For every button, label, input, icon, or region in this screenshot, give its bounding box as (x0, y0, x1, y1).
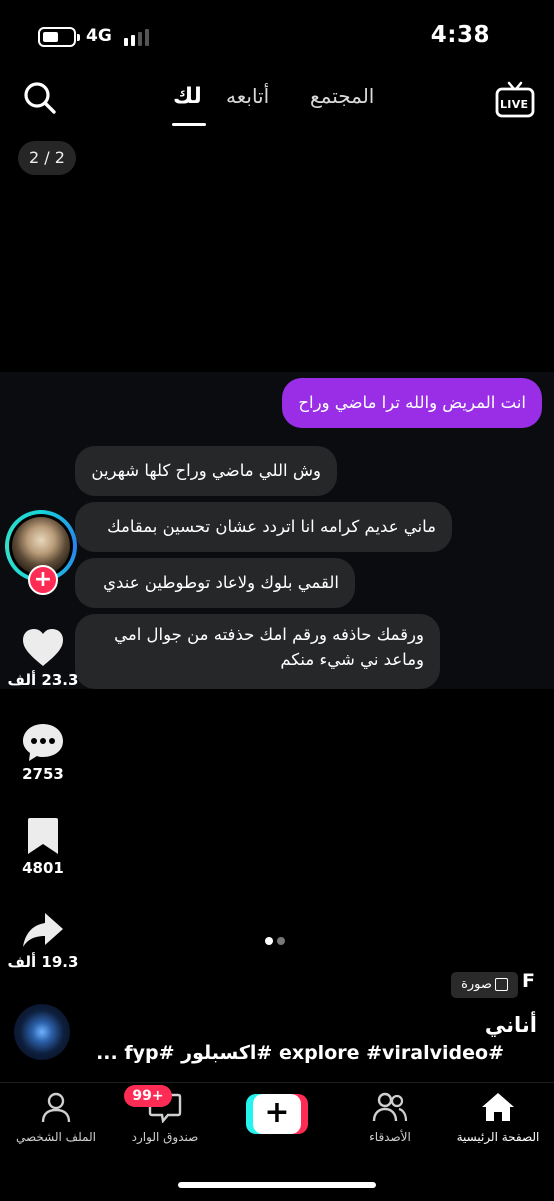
feed-tabs: لك أتابعه المجتمع (150, 84, 410, 126)
photo-badge: صورة (451, 972, 518, 998)
active-tab-indicator (172, 123, 206, 126)
nav-profile[interactable]: الملف الشخصي (6, 1091, 106, 1144)
photo-counter: 2 / 2 (18, 141, 76, 175)
author-username[interactable]: أناني (485, 1013, 537, 1037)
live-button[interactable]: LIVE (495, 80, 535, 120)
live-label: LIVE (500, 98, 529, 111)
tab-for-you[interactable]: لك (173, 84, 202, 109)
inbox-badge: 99+ (124, 1085, 172, 1107)
profile-icon (41, 1092, 71, 1123)
share-arrow-icon (23, 913, 63, 947)
bookmark-icon (28, 818, 58, 854)
save-count: 4801 (22, 859, 64, 877)
friends-icon (372, 1092, 408, 1122)
chat-bubble-sent: انت المريض والله ترا ماضي وراح (282, 378, 542, 428)
comment-count: 2753 (22, 765, 64, 783)
save-button[interactable]: 4801 (0, 816, 86, 877)
status-time: 4:38 (430, 22, 490, 48)
nav-home-label: الصفحة الرئيسية (456, 1130, 540, 1144)
create-button[interactable]: + (246, 1094, 308, 1134)
tab-community[interactable]: المجتمع (310, 84, 374, 108)
like-count: 23.3 ألف (7, 671, 79, 689)
comment-button[interactable]: 2753 (0, 722, 86, 783)
author-initial: F (522, 970, 535, 992)
nav-inbox-label: صندوق الوارد (131, 1130, 199, 1144)
nav-profile-label: الملف الشخصي (16, 1130, 96, 1144)
chat-bubble-received: القمي بلوك ولاعاد توطوطين عندي (75, 558, 355, 608)
post-caption[interactable]: #explore #viralvideo #اكسبلور #fyp ... (96, 1042, 504, 1064)
plus-icon: + (253, 1094, 301, 1134)
signal-icon (124, 28, 154, 46)
music-disc-icon[interactable] (14, 1004, 70, 1060)
photo-mode-icon (494, 978, 508, 991)
nav-friends[interactable]: الأصدقاء (340, 1091, 440, 1144)
carousel-dot (277, 937, 285, 945)
nav-home[interactable]: الصفحة الرئيسية (448, 1091, 548, 1144)
chat-bubble-received: وش اللي ماضي وراح كلها شهرين (75, 446, 337, 496)
share-button[interactable]: 19.3 ألف (0, 910, 86, 971)
home-indicator (178, 1182, 376, 1188)
like-button[interactable]: 23.3 ألف (0, 628, 86, 689)
search-icon[interactable] (22, 80, 58, 116)
home-icon (482, 1093, 514, 1121)
chat-bubble-received: ماني عديم كرامه انا اتردد عشان تحسين بمق… (75, 502, 452, 552)
carousel-dot-active (265, 937, 273, 945)
tab-following[interactable]: أتابعه (226, 84, 269, 108)
comment-icon (23, 724, 63, 761)
battery-icon (38, 27, 80, 47)
heart-icon (23, 629, 63, 666)
chat-bubble-received: ورقمك حاذفه ورقم امك حذفته من جوال امي و… (75, 614, 440, 689)
photo-badge-label: صورة (461, 977, 492, 992)
nav-friends-label: الأصدقاء (369, 1130, 411, 1144)
carousel-indicator (265, 930, 289, 949)
share-count: 19.3 ألف (7, 953, 79, 971)
network-type: 4G (86, 26, 112, 46)
follow-button[interactable]: + (28, 565, 58, 595)
